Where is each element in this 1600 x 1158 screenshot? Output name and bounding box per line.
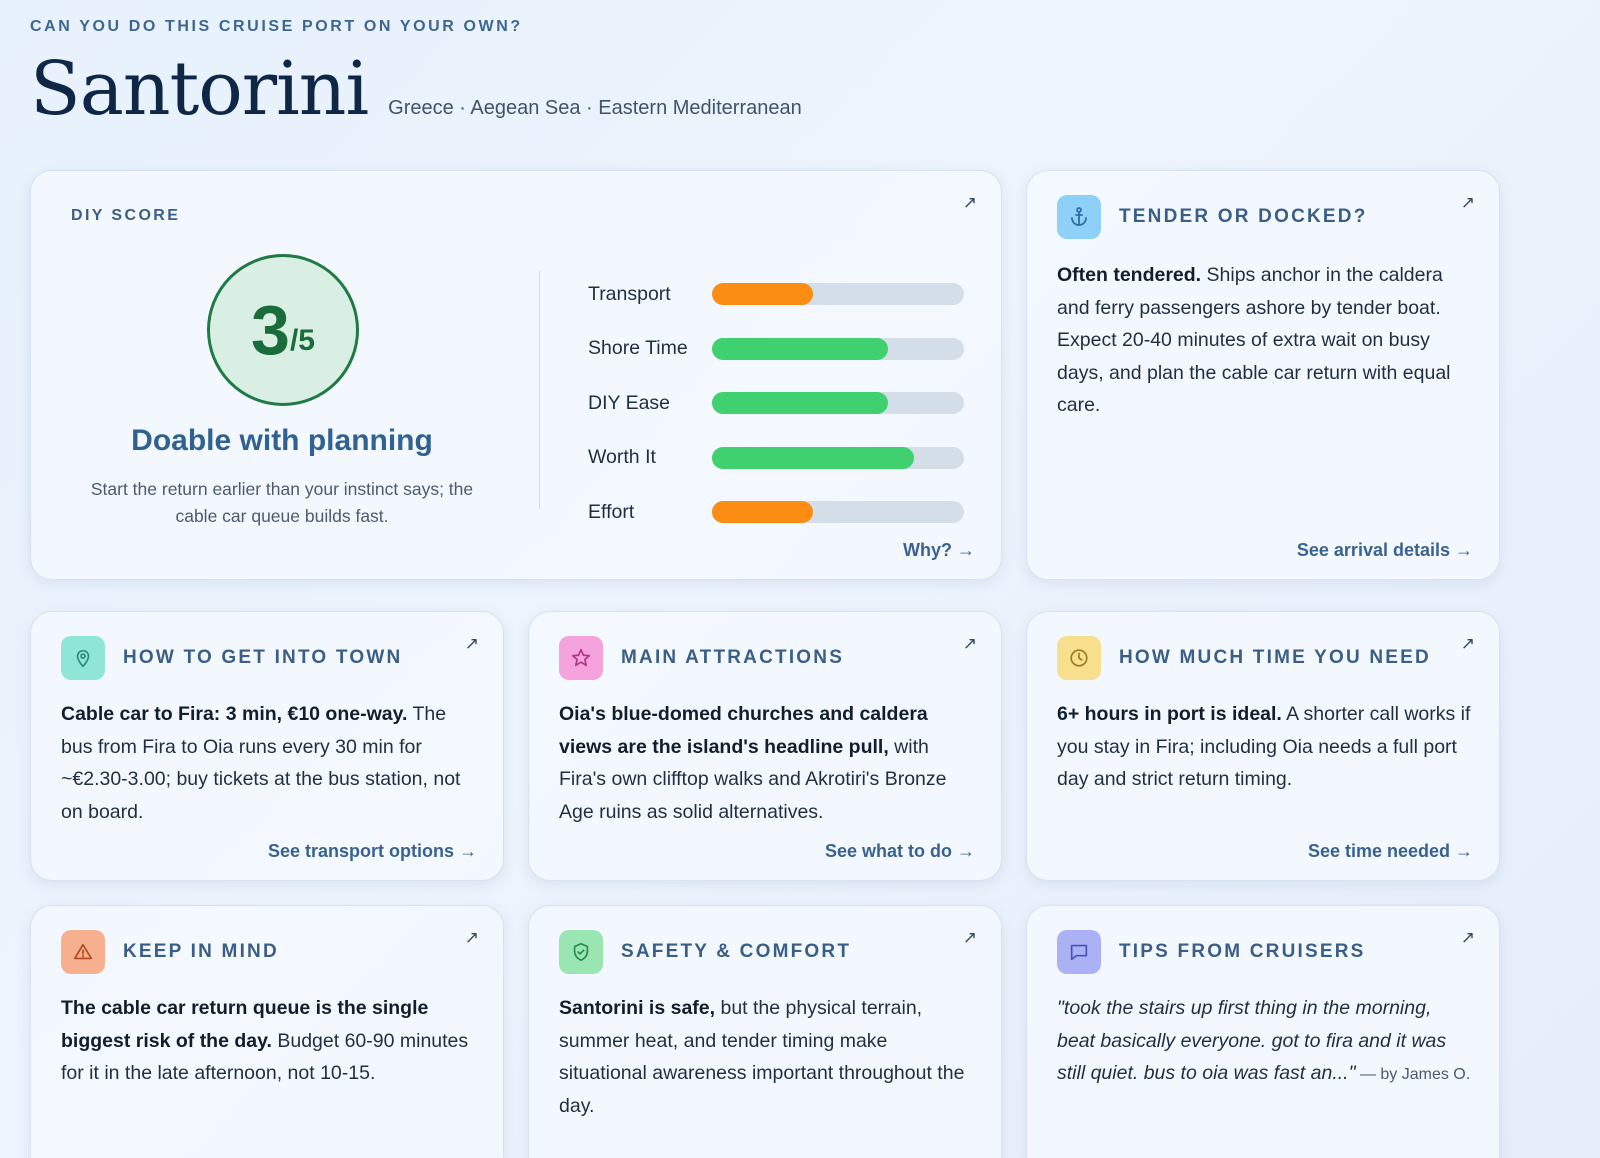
clock-icon xyxy=(1057,636,1101,680)
score-value: 3 xyxy=(251,291,290,369)
expand-arrow-icon[interactable]: ↗ xyxy=(465,928,479,948)
why-link[interactable]: Why? → xyxy=(903,540,975,561)
card-header: MAIN ATTRACTIONS xyxy=(559,636,844,680)
card-header: KEEP IN MIND xyxy=(61,930,279,974)
card-body-highlight: Oia's blue-domed churches and caldera vi… xyxy=(559,703,928,758)
score-max: /5 xyxy=(289,324,315,357)
metric-label: Transport xyxy=(588,282,671,305)
quote-author: — by James O. xyxy=(1355,1066,1471,1083)
tender-card: ↗ TENDER OR DOCKED? Often tendered. Ship… xyxy=(1026,170,1500,580)
metric-label: Worth It xyxy=(588,446,656,469)
shield-check-icon xyxy=(559,930,603,974)
card-body: The cable car return queue is the single… xyxy=(61,992,475,1090)
see-transport-options-link[interactable]: See transport options → xyxy=(268,841,477,862)
card-body: Santorini is safe, but the physical terr… xyxy=(559,992,973,1122)
metric-label: Shore Time xyxy=(588,337,688,360)
metric-bar-fill xyxy=(712,501,813,524)
card-body: 6+ hours in port is ideal. A shorter cal… xyxy=(1057,698,1471,796)
card-body-highlight: Santorini is safe, xyxy=(559,997,716,1019)
page-subtitle: Greece · Aegean Sea · Eastern Mediterran… xyxy=(388,97,802,119)
anchor-icon xyxy=(1057,195,1101,239)
metric-bar-fill xyxy=(712,446,914,469)
town-card: ↗ HOW TO GET INTO TOWN Cable car to Fira… xyxy=(30,611,504,881)
expand-arrow-icon[interactable]: ↗ xyxy=(1461,193,1475,213)
page-title: Santorini xyxy=(30,46,369,132)
card-heading: TIPS FROM CRUISERS xyxy=(1119,941,1366,962)
metric-label: DIY Ease xyxy=(588,391,671,414)
card-header: TENDER OR DOCKED? xyxy=(1057,195,1368,239)
see-time-needed-link[interactable]: See time needed → xyxy=(1308,841,1473,862)
card-body-highlight: Cable car to Fira: 3 min, €10 one-way. xyxy=(61,703,408,725)
card-header: SAFETY & COMFORT xyxy=(559,930,851,974)
expand-arrow-icon[interactable]: ↗ xyxy=(963,193,977,213)
metric-worth-it: Worth It xyxy=(588,431,964,486)
metric-transport: Transport xyxy=(588,267,964,322)
card-heading: TENDER OR DOCKED? xyxy=(1119,206,1368,227)
see-what-to-do-link[interactable]: See what to do → xyxy=(825,841,975,862)
metric-bar-track xyxy=(712,392,964,415)
card-heading: MAIN ATTRACTIONS xyxy=(621,647,845,668)
metric-effort: Effort xyxy=(588,485,964,540)
score-note: Start the return earlier than your insti… xyxy=(90,479,474,526)
card-heading: KEEP IN MIND xyxy=(123,941,279,962)
card-heading: HOW TO GET INTO TOWN xyxy=(123,647,403,668)
tips-card: ↗ TIPS FROM CRUISERS "took the stairs up… xyxy=(1026,905,1500,1158)
metric-shore-time: Shore Time xyxy=(588,322,964,377)
metric-bar-track xyxy=(712,283,964,306)
card-body: Cable car to Fira: 3 min, €10 one-way. T… xyxy=(61,698,475,828)
expand-arrow-icon[interactable]: ↗ xyxy=(1461,634,1475,654)
score-verdict: Doable with planning xyxy=(131,424,433,457)
diy-score-card: ↗ DIY SCORE 3 /5 Doable with planning St… xyxy=(30,170,1002,580)
keep-in-mind-card: ↗ KEEP IN MIND The cable car return queu… xyxy=(30,905,504,1158)
card-body: Oia's blue-domed churches and caldera vi… xyxy=(559,698,973,828)
card-header: HOW TO GET INTO TOWN xyxy=(61,636,402,680)
safety-card: ↗ SAFETY & COMFORT Santorini is safe, bu… xyxy=(528,905,1002,1158)
metric-diy-ease: DIY Ease xyxy=(588,376,964,431)
metric-bar-track xyxy=(712,501,964,524)
attractions-card: ↗ MAIN ATTRACTIONS Oia's blue-domed chur… xyxy=(528,611,1002,881)
metric-bar-fill xyxy=(712,392,889,415)
card-body: "took the stairs up first thing in the m… xyxy=(1057,992,1471,1092)
diy-score-label: DIY SCORE xyxy=(71,207,181,224)
metric-label: Effort xyxy=(588,500,635,523)
card-header: TIPS FROM CRUISERS xyxy=(1057,930,1366,974)
metric-list: Transport Shore Time DIY Ease Worth It E… xyxy=(588,267,964,540)
chat-bubble-icon xyxy=(1057,930,1101,974)
warning-icon xyxy=(61,930,105,974)
map-pin-icon xyxy=(61,636,105,680)
expand-arrow-icon[interactable]: ↗ xyxy=(465,634,479,654)
card-body: Often tendered. Ships anchor in the cald… xyxy=(1057,259,1471,422)
metric-bar-track xyxy=(712,337,964,360)
title-row: Santorini Greece · Aegean Sea · Eastern … xyxy=(30,46,802,132)
see-arrival-details-link[interactable]: See arrival details → xyxy=(1297,540,1473,561)
expand-arrow-icon[interactable]: ↗ xyxy=(1461,928,1475,948)
metric-bar-fill xyxy=(712,283,813,306)
metric-bar-track xyxy=(712,446,964,469)
card-body-highlight: Often tendered. xyxy=(1057,264,1202,286)
divider xyxy=(539,271,540,509)
card-body-text: Ships anchor in the caldera and ferry pa… xyxy=(1057,264,1451,416)
page-eyebrow: CAN YOU DO THIS CRUISE PORT ON YOUR OWN? xyxy=(30,18,523,35)
card-header: HOW MUCH TIME YOU NEED xyxy=(1057,636,1431,680)
metric-bar-fill xyxy=(712,337,889,360)
card-heading: SAFETY & COMFORT xyxy=(621,941,852,962)
score-circle: 3 /5 xyxy=(207,254,359,406)
card-body-highlight: 6+ hours in port is ideal. xyxy=(1057,703,1282,725)
expand-arrow-icon[interactable]: ↗ xyxy=(963,928,977,948)
card-heading: HOW MUCH TIME YOU NEED xyxy=(1119,647,1431,668)
expand-arrow-icon[interactable]: ↗ xyxy=(963,634,977,654)
time-card: ↗ HOW MUCH TIME YOU NEED 6+ hours in por… xyxy=(1026,611,1500,881)
star-icon xyxy=(559,636,603,680)
